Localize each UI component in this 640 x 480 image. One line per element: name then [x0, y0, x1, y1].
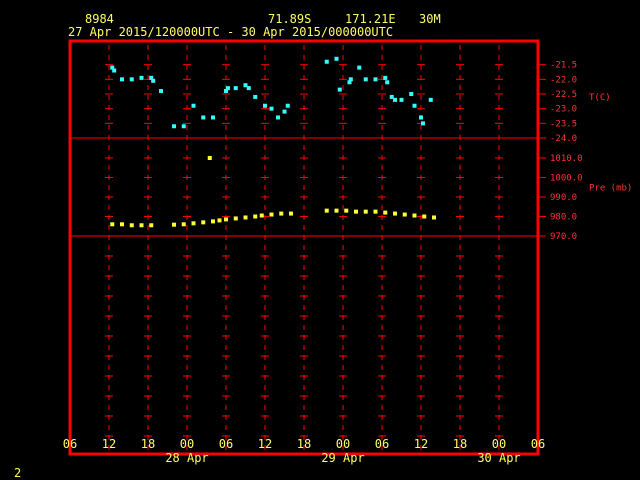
pressure-point [269, 212, 274, 217]
y-tick-label-temperature: -22.5 [550, 90, 577, 100]
y-tick-label-pressure: 990.0 [550, 193, 577, 203]
y-tick-label-pressure: 970.0 [550, 232, 577, 242]
y-tick-label-temperature: -24.0 [550, 134, 577, 144]
pressure-point [224, 217, 228, 222]
pressure-point [172, 222, 176, 227]
temperature-point [233, 86, 238, 91]
temperature-point [334, 56, 339, 61]
y-tick-label-pressure: 980.0 [550, 213, 577, 223]
x-tick-label-hour: 06 [219, 437, 233, 451]
temperature-point [181, 124, 186, 129]
x-tick-label-hour: 12 [102, 437, 116, 451]
temperature-point [159, 89, 163, 94]
y-tick-label-pressure: 1010.0 [550, 154, 583, 164]
temperature-point [120, 77, 124, 82]
pressure-point [211, 219, 215, 224]
temperature-point [409, 92, 414, 96]
x-tick-label-date: 30 Apr [477, 451, 520, 465]
x-tick-label-hour: 12 [258, 437, 272, 451]
pressure-point [354, 209, 358, 214]
temperature-point [393, 97, 397, 102]
x-tick-label-date: 28 Apr [165, 451, 208, 465]
pressure-point [243, 215, 248, 220]
pressure-point [253, 214, 258, 219]
temperature-point [399, 97, 404, 102]
x-tick-label-hour: 00 [492, 437, 506, 451]
y-tick-label-temperature: -22.0 [550, 75, 577, 85]
pressure-point [402, 212, 407, 217]
x-tick-label-hour: 18 [453, 437, 467, 451]
temperature-point [385, 80, 390, 85]
y-axis-label-temperature: T(C) [589, 93, 611, 103]
temperature-point [428, 97, 433, 102]
x-tick-label-hour: 06 [375, 437, 389, 451]
x-tick-label-hour: 06 [63, 437, 77, 451]
pressure-point [412, 213, 417, 218]
pressure-point [393, 211, 397, 216]
temperature-point [112, 68, 117, 73]
temperature-point [246, 86, 251, 91]
pressure-point [191, 221, 196, 226]
x-tick-label-hour: 06 [531, 437, 545, 451]
temperature-point [276, 115, 280, 120]
temperature-point [412, 103, 417, 108]
pressure-point [279, 211, 284, 216]
x-tick-label-hour: 12 [414, 437, 428, 451]
temperature-point [151, 78, 156, 83]
temperature-point [282, 109, 287, 114]
pressure-point [259, 213, 264, 218]
pressure-point [363, 209, 368, 214]
pressure-point [217, 218, 222, 223]
pressure-point [233, 216, 238, 221]
pressure-point [324, 208, 329, 213]
y-tick-label-temperature: -23.0 [550, 105, 577, 115]
pressure-point [344, 208, 349, 213]
temperature-point [253, 94, 258, 99]
pressure-point [139, 223, 144, 228]
x-tick-label-hour: 18 [141, 437, 155, 451]
pressure-point [432, 215, 436, 220]
pressure-point [373, 209, 378, 214]
y-tick-label-pressure: 1000.0 [550, 174, 583, 184]
x-tick-label-hour: 00 [336, 437, 350, 451]
temperature-point [201, 115, 206, 120]
pressure-point [334, 208, 339, 213]
pressure-point [149, 223, 154, 228]
temperature-point [383, 75, 388, 80]
temperature-point [324, 59, 329, 64]
temperature-point [373, 77, 378, 82]
y-tick-label-temperature: -21.5 [550, 61, 577, 71]
pressure-point [129, 223, 134, 228]
pressure-point [181, 222, 186, 227]
x-tick-label-hour: 18 [297, 437, 311, 451]
meteogram-chart: -21.5 -22.0 -22.5 -23.0 -23.5 -24.0 T(C) 1010.0… [63, 39, 632, 465]
temperature-point [285, 103, 290, 108]
temperature-point [348, 77, 353, 82]
pressure-point [383, 210, 388, 215]
temperature-point [191, 103, 196, 108]
x-tick-label-hour: 00 [180, 437, 194, 451]
pressure-point [201, 220, 206, 225]
pressure-point [110, 222, 115, 227]
temperature-point [269, 106, 274, 111]
y-axis-label-pressure: Pre (mb) [589, 183, 632, 193]
pressure-point [289, 211, 293, 216]
temperature-point [337, 87, 342, 92]
temperature-point [419, 115, 423, 120]
y-tick-label-temperature: -23.5 [550, 119, 577, 129]
pressure-point [422, 214, 427, 219]
temperature-point [172, 124, 176, 129]
x-tick-label-date: 29 Apr [321, 451, 364, 465]
temperature-point [357, 65, 362, 70]
temperature-point [211, 115, 215, 120]
temperature-point [263, 103, 267, 108]
pressure-point [207, 156, 212, 160]
temperature-point [225, 86, 230, 91]
temperature-point [363, 77, 368, 82]
page-number: 2 [14, 466, 22, 480]
temperature-point [139, 75, 144, 80]
pressure-point [120, 222, 124, 227]
temperature-point [129, 77, 134, 82]
temperature-point [420, 121, 425, 126]
